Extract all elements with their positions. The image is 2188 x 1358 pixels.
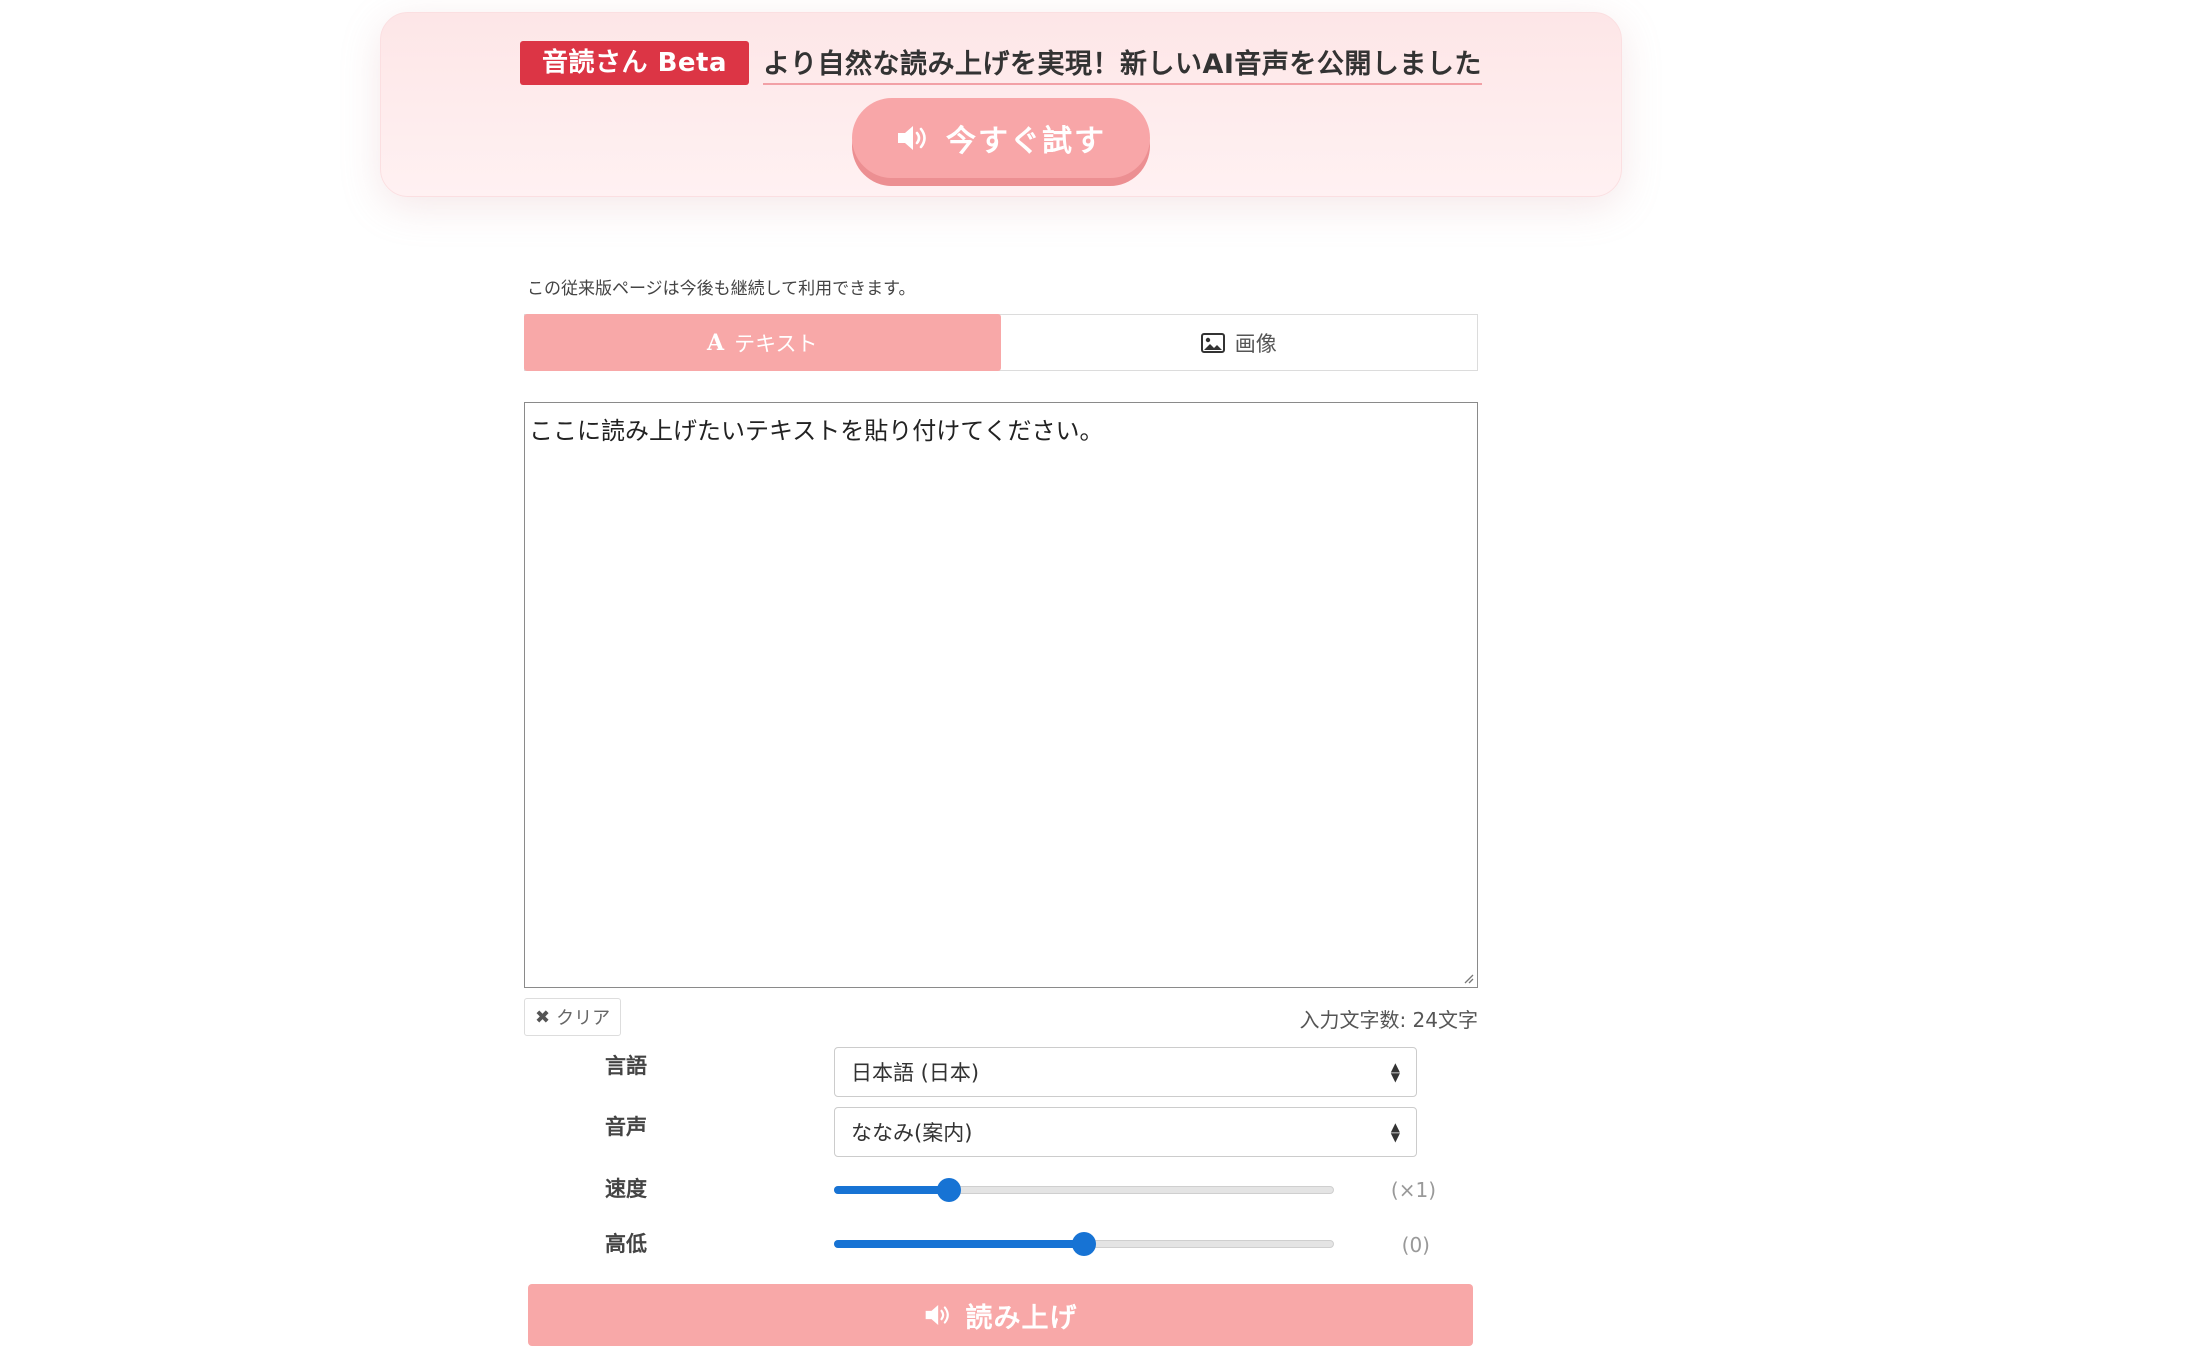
read-aloud-label: 読み上げ (965, 1302, 1078, 1334)
font-a-icon: A (707, 329, 725, 356)
speaker-icon (898, 126, 926, 150)
image-icon (1200, 332, 1225, 353)
char-count: 入力文字数: 24文字 (1299, 1008, 1478, 1032)
tab-text[interactable]: A テキスト (524, 314, 1001, 371)
text-input[interactable] (524, 402, 1478, 988)
language-select[interactable]: 日本語 (日本) ▲ ▼ (834, 1047, 1417, 1097)
banner-headline-link[interactable]: より自然な読み上げを実現！新しいAI音声を公開しました (763, 42, 1482, 85)
try-now-button[interactable]: 今すぐ試す (852, 98, 1150, 178)
banner-line: 音読さん Beta より自然な読み上げを実現！新しいAI音声を公開しました (381, 41, 1621, 85)
voice-label: 音声 (605, 1115, 647, 1139)
pitch-value: (0) (1401, 1233, 1430, 1257)
pitch-slider-fill (834, 1240, 1084, 1248)
language-label: 言語 (605, 1054, 647, 1078)
speed-slider-fill (834, 1186, 949, 1194)
legacy-note: この従来版ページは今後も継続して利用できます。 (527, 279, 916, 299)
speed-label: 速度 (605, 1177, 647, 1201)
language-value: 日本語 (日本) (851, 1061, 980, 1085)
read-aloud-button[interactable]: 読み上げ (528, 1284, 1473, 1346)
beta-badge[interactable]: 音読さん Beta (520, 41, 750, 85)
clear-button[interactable]: ✖ クリア (524, 998, 622, 1036)
tab-text-label: テキスト (734, 331, 818, 356)
resize-grip-icon[interactable] (1462, 972, 1474, 984)
speed-value: (×1) (1390, 1178, 1436, 1202)
select-arrows-icon: ▲ ▼ (1390, 1060, 1400, 1084)
voice-value: ななみ(案内) (851, 1121, 973, 1145)
tab-image-label: 画像 (1234, 331, 1277, 356)
pitch-label: 高低 (605, 1232, 647, 1256)
tab-image[interactable]: 画像 (1001, 315, 1478, 370)
pitch-slider[interactable] (834, 1231, 1334, 1257)
pitch-slider-thumb[interactable] (1072, 1232, 1096, 1256)
try-now-label: 今すぐ試す (946, 124, 1106, 159)
page: 音読さん Beta より自然な読み上げを実現！新しいAI音声を公開しました 今す… (0, 0, 2188, 1358)
clear-label: クリア (556, 1008, 611, 1029)
speed-slider[interactable] (834, 1177, 1334, 1203)
voice-select[interactable]: ななみ(案内) ▲ ▼ (834, 1107, 1417, 1157)
speaker-icon (925, 1305, 949, 1325)
select-arrows-icon: ▲ ▼ (1390, 1120, 1400, 1144)
close-icon: ✖ (535, 1006, 551, 1028)
speed-slider-thumb[interactable] (937, 1178, 961, 1202)
input-mode-tabs: A テキスト 画像 (524, 314, 1478, 371)
